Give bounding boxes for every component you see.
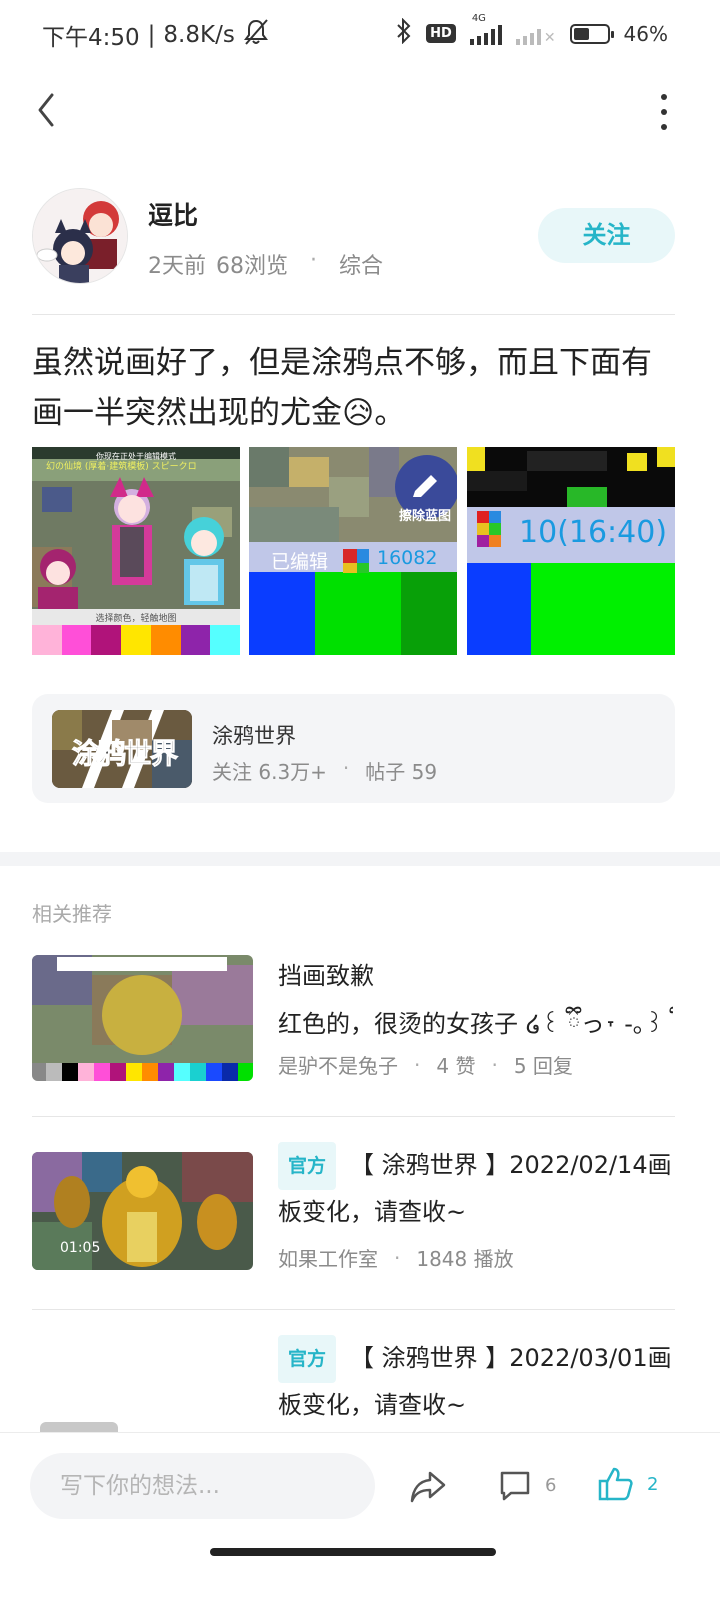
- back-button[interactable]: [30, 90, 70, 130]
- share-icon: [410, 1471, 446, 1503]
- palette-swatch: [150, 625, 181, 655]
- battery-fill: [573, 27, 589, 40]
- separator-dot: ·: [342, 756, 350, 780]
- status-left: 下午4:50 | 8.8K/s: [42, 18, 269, 52]
- separator-dot: ·: [414, 1052, 421, 1077]
- image-footer: 选择颜色，轻触地图: [95, 614, 177, 624]
- recommend-author: 如果工作室: [278, 1247, 378, 1271]
- section-title: 相关推荐: [32, 902, 112, 926]
- follow-button[interactable]: 关注: [538, 208, 675, 263]
- separator-dot: ·: [491, 1052, 498, 1077]
- recommend-title-3[interactable]: 官方【 涂鸦世界 】2022/03/01画板变化，请查收~: [278, 1335, 678, 1427]
- post-category[interactable]: 综合: [339, 248, 383, 280]
- separator-dot: ·: [394, 1245, 401, 1270]
- community-card[interactable]: 涂鸦世界 涂鸦世界 关注 6.3万+ · 帖子 59: [32, 694, 675, 803]
- eraser-label: 擦除蓝图: [399, 509, 452, 524]
- count-label: 10(16:40): [519, 515, 668, 550]
- bluetooth-icon: [396, 17, 412, 49]
- palette-swatch: [180, 625, 211, 655]
- share-button[interactable]: [408, 1467, 448, 1507]
- status-right: HD 4G ✕ 46%: [396, 13, 668, 49]
- image-header-line2: 你现在正处于编辑模式: [96, 452, 176, 461]
- separator-dot: ·: [310, 248, 317, 273]
- palette-swatch: [210, 625, 240, 655]
- dot: [661, 109, 667, 115]
- like-count: 2: [647, 1473, 659, 1495]
- bottom-bar: 6 2: [0, 1432, 720, 1538]
- mute-bell-icon: [243, 18, 269, 52]
- battery-percent: 46%: [623, 21, 668, 46]
- video-duration: 01:05: [60, 1240, 101, 1256]
- post-image-2[interactable]: 擦除蓝图 已编辑 16082: [249, 447, 457, 655]
- author-meta: 2天前 68浏览 · 综合: [148, 248, 383, 280]
- palette-row: [32, 625, 240, 655]
- community-posts: 帖子 59: [365, 760, 438, 784]
- recommend-replies: 5 回复: [513, 1054, 573, 1078]
- community-stats: 关注 6.3万+ · 帖子 59: [212, 756, 437, 785]
- palette-swatch: [121, 625, 151, 655]
- hd-icon: HD: [426, 24, 456, 43]
- post-time: 2天前: [148, 254, 206, 279]
- section-separator: [0, 852, 720, 866]
- comment-count: 6: [545, 1474, 557, 1496]
- status-divider: |: [147, 22, 156, 48]
- comment-input[interactable]: [30, 1453, 375, 1519]
- recommend-plays: 1848 播放: [416, 1247, 514, 1271]
- post-image-3[interactable]: 10(16:40): [467, 447, 675, 655]
- palette-swatch: [91, 625, 122, 655]
- post-text: 虽然说画好了，但是涂鸦点不够，而且下面有画一半突然出现的尤金😥。: [32, 345, 652, 431]
- divider: [32, 1116, 675, 1117]
- thumbs-up-icon: [598, 1467, 633, 1501]
- status-time: 下午4:50: [42, 25, 140, 51]
- battery-icon: [569, 23, 614, 44]
- divider: [32, 1309, 675, 1310]
- recommend-title-text: 【 涂鸦世界 】2022/03/01画板变化，请查收~: [278, 1344, 672, 1419]
- post-image-1[interactable]: 幻の仙境 (厚着·建筑模板) スピークロ 你现在正处于编辑模式 选择颜色，轻触地…: [32, 447, 240, 655]
- recommend-author: 是驴不是兔子: [278, 1054, 398, 1078]
- recommend-title-2[interactable]: 官方【 涂鸦世界 】2022/02/14画板变化，请查收~: [278, 1142, 678, 1234]
- official-badge: 官方: [278, 1142, 337, 1190]
- recommend-title-1[interactable]: 挡画致歉: [278, 956, 678, 991]
- post-views: 68浏览: [216, 254, 288, 279]
- recommend-thumb-1[interactable]: [32, 955, 253, 1081]
- dot: [661, 94, 667, 100]
- signal-icon-2: ✕: [515, 23, 556, 45]
- recommend-thumb-2[interactable]: 01:05: [32, 1152, 253, 1270]
- recommend-meta-2: 如果工作室 · 1848 播放: [278, 1243, 514, 1272]
- palette-swatch: [32, 625, 62, 655]
- network-speed: 8.8K/s: [163, 22, 235, 48]
- status-bar: 下午4:50 | 8.8K/s HD 4G ✕ 46%: [0, 0, 720, 70]
- dot: [661, 124, 667, 130]
- avatar[interactable]: [32, 188, 128, 284]
- chevron-left-icon: [38, 93, 54, 127]
- author-name[interactable]: 逗比: [148, 196, 198, 232]
- recommend-likes: 4 赞: [436, 1054, 476, 1078]
- recommend-title-text: 【 涂鸦世界 】2022/02/14画板变化，请查收~: [278, 1151, 672, 1226]
- signal-icon-1: 4G: [469, 13, 502, 45]
- recommend-meta-1: 是驴不是兔子 · 4 赞 · 5 回复: [278, 1050, 573, 1079]
- palette-swatch: [61, 625, 92, 655]
- home-indicator[interactable]: [210, 1548, 496, 1556]
- official-badge: 官方: [278, 1335, 337, 1383]
- comment-icon: [500, 1471, 530, 1501]
- community-followers: 关注 6.3万+: [212, 760, 327, 784]
- pixel-count: 16082: [377, 547, 438, 569]
- like-button[interactable]: 2: [597, 1465, 658, 1503]
- community-name: 涂鸦世界: [212, 724, 296, 748]
- divider: [32, 314, 675, 315]
- more-options-button[interactable]: [654, 94, 674, 130]
- network-type-label: 4G: [471, 12, 486, 24]
- community-logo: 涂鸦世界: [52, 710, 192, 788]
- edited-label: 已编辑: [271, 551, 329, 573]
- pencil-icon[interactable]: [407, 469, 443, 509]
- comment-button[interactable]: 6: [497, 1467, 556, 1503]
- community-logo-text: 涂鸦世界: [71, 737, 178, 771]
